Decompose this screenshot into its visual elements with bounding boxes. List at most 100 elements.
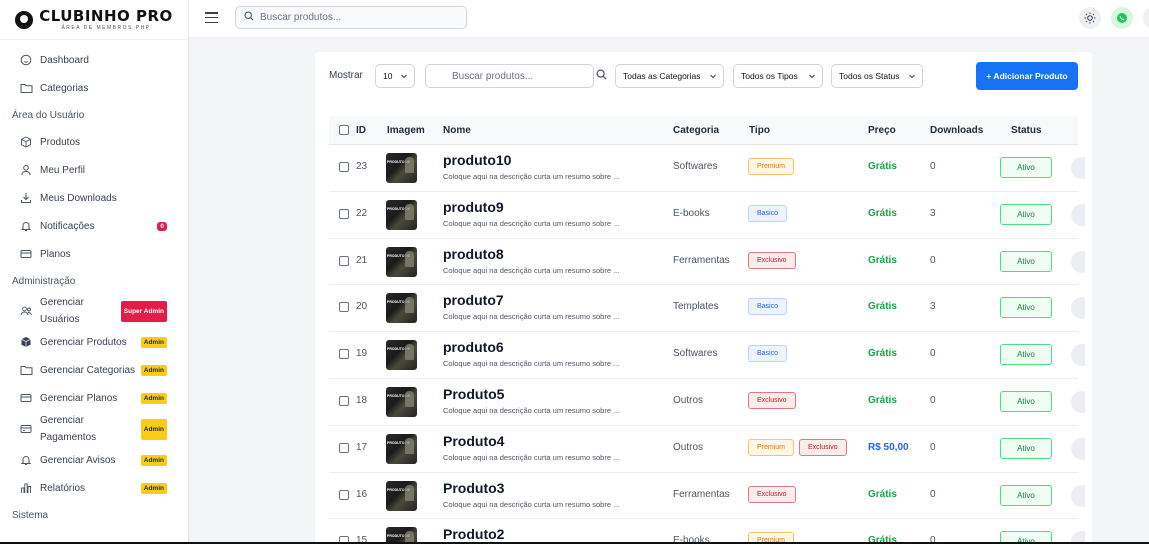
status-toggle[interactable]: Ativo bbox=[1000, 250, 1052, 272]
select-all-checkbox[interactable] bbox=[339, 125, 349, 135]
product-name[interactable]: Produto2 bbox=[443, 526, 504, 542]
sidebar-item-gerenciar-produtos[interactable]: Gerenciar Produtos Admin bbox=[0, 328, 188, 356]
sidebar-item-gerenciar-planos[interactable]: Gerenciar Planos Admin bbox=[0, 384, 188, 412]
status-toggle[interactable]: Ativo bbox=[1000, 157, 1052, 178]
menu-toggle-icon[interactable] bbox=[205, 12, 218, 24]
sidebar-item-gerenciar-categorias[interactable]: Gerenciar Categorias Admin bbox=[0, 356, 188, 384]
sidebar-item-gerenciar-pagamentos[interactable]: Gerenciar Pagamentos Admin bbox=[0, 412, 188, 446]
type-badge: Exclusivo bbox=[799, 438, 847, 456]
product-price: Grátis bbox=[868, 348, 897, 360]
sidebar-item-gerenciar-usuarios[interactable]: Gerenciar Usuários Super Admin bbox=[0, 294, 188, 328]
header-id[interactable]: ID bbox=[356, 125, 366, 136]
product-thumbnail[interactable] bbox=[386, 340, 417, 371]
whatsapp-button[interactable] bbox=[1111, 7, 1133, 29]
product-category: Softwares bbox=[673, 161, 718, 172]
table-row[interactable]: 22 produto9 Coloque aqui na descrição curt… bbox=[329, 192, 1085, 239]
type-filter-select[interactable]: Todos os Tipos bbox=[733, 64, 823, 88]
product-name[interactable]: Produto5 bbox=[443, 386, 504, 402]
sidebar-item-categorias[interactable]: Categorias bbox=[0, 74, 188, 102]
sidebar-item-gerenciar-avisos[interactable]: Gerenciar Avisos Admin bbox=[0, 446, 188, 474]
product-thumbnail[interactable] bbox=[386, 293, 417, 324]
product-name[interactable]: Produto3 bbox=[443, 480, 504, 496]
product-thumbnail[interactable] bbox=[386, 386, 417, 417]
payment-icon bbox=[19, 422, 33, 436]
row-checkbox[interactable] bbox=[339, 208, 349, 219]
product-name[interactable]: produto8 bbox=[443, 246, 504, 262]
sidebar-item-meus-downloads[interactable]: Meus Downloads bbox=[0, 184, 188, 212]
product-name[interactable]: produto10 bbox=[443, 152, 511, 168]
header-category[interactable]: Categoria bbox=[673, 125, 719, 136]
status-toggle[interactable]: Ativo bbox=[1000, 484, 1052, 506]
table-row[interactable]: 23 produto10 Coloque aqui na descrição cur… bbox=[329, 145, 1085, 192]
search-icon[interactable] bbox=[596, 69, 607, 80]
row-checkbox[interactable] bbox=[339, 349, 349, 360]
product-downloads: 3 bbox=[930, 207, 936, 219]
row-actions-button[interactable] bbox=[1071, 437, 1085, 460]
product-thumbnail[interactable] bbox=[386, 433, 417, 464]
product-description: Coloque aqui na descrição curta um resum… bbox=[443, 405, 620, 415]
header-price[interactable]: Preço bbox=[868, 125, 896, 136]
row-checkbox[interactable] bbox=[339, 395, 349, 406]
row-actions-button[interactable] bbox=[1071, 344, 1085, 367]
table-row[interactable]: 17 Produto4 Coloque aqui na descrição curt… bbox=[329, 426, 1085, 473]
product-downloads: 0 bbox=[930, 441, 936, 453]
product-name[interactable]: produto9 bbox=[443, 199, 504, 215]
status-toggle[interactable]: Ativo bbox=[1000, 344, 1052, 366]
add-product-button[interactable]: + Adicionar Produto bbox=[976, 62, 1078, 90]
product-category: Outros bbox=[673, 441, 704, 453]
section-admin-title: Administração bbox=[12, 275, 76, 287]
page-size-select[interactable]: 10 bbox=[375, 64, 415, 88]
table-row[interactable]: 21 produto8 Coloque aqui na descrição curt… bbox=[329, 239, 1085, 286]
bell-icon bbox=[19, 453, 33, 467]
product-thumbnail[interactable] bbox=[386, 153, 417, 183]
status-toggle[interactable]: Ativo bbox=[1000, 437, 1052, 459]
header-type[interactable]: Tipo bbox=[749, 125, 770, 136]
table-row[interactable]: 18 Produto5 Coloque aqui na descrição curt… bbox=[329, 379, 1085, 426]
user-menu-button[interactable] bbox=[1143, 7, 1149, 29]
table-row[interactable]: 15Produto2E-booksPremiumGrátis0Ativo bbox=[329, 519, 1085, 544]
sidebar-item-dashboard[interactable]: Dashboard bbox=[0, 46, 188, 74]
table-row[interactable]: 20 produto7 Coloque aqui na descrição curt… bbox=[329, 285, 1085, 333]
category-filter-select[interactable]: Todas as Categorias bbox=[615, 64, 724, 88]
row-actions-button[interactable] bbox=[1071, 390, 1085, 413]
header-status[interactable]: Status bbox=[1011, 125, 1042, 136]
header-downloads[interactable]: Downloads bbox=[930, 125, 983, 136]
folder-icon bbox=[19, 363, 33, 377]
row-checkbox[interactable] bbox=[339, 162, 349, 172]
row-checkbox[interactable] bbox=[339, 442, 349, 453]
row-actions-button[interactable] bbox=[1071, 484, 1085, 507]
table-row[interactable]: 19 produto6 Coloque aqui na descrição curt… bbox=[329, 332, 1085, 379]
table-row[interactable]: 16 Produto3 Coloque aqui na descrição curt… bbox=[329, 473, 1085, 520]
sidebar-item-meu-perfil[interactable]: Meu Perfil bbox=[0, 156, 188, 184]
logo[interactable]: CLUBINHO PRO ÁREA DE MEMBROS PHP bbox=[0, 0, 188, 40]
row-checkbox[interactable] bbox=[339, 302, 349, 313]
product-type-tags: Basico bbox=[748, 204, 788, 222]
status-toggle[interactable]: Ativo bbox=[1000, 390, 1052, 412]
product-name[interactable]: produto7 bbox=[443, 292, 504, 308]
product-thumbnail[interactable] bbox=[386, 480, 417, 511]
row-actions-button[interactable] bbox=[1071, 250, 1085, 273]
sidebar-item-notificacoes[interactable]: Notificações 0 bbox=[0, 212, 188, 240]
row-checkbox[interactable] bbox=[339, 255, 349, 266]
product-thumbnail[interactable] bbox=[386, 199, 417, 230]
product-category: Templates bbox=[673, 301, 719, 313]
download-icon bbox=[19, 191, 33, 205]
product-name[interactable]: produto6 bbox=[443, 339, 504, 355]
row-actions-button[interactable] bbox=[1071, 297, 1085, 320]
sidebar-item-planos[interactable]: Planos bbox=[0, 240, 188, 268]
status-filter-value: Todos os Status bbox=[839, 71, 900, 81]
top-search-input[interactable]: Buscar produtos... bbox=[235, 6, 467, 29]
row-actions-button[interactable] bbox=[1071, 203, 1085, 226]
sidebar-item-relatorios[interactable]: Relatórios Admin bbox=[0, 474, 188, 502]
header-name[interactable]: Nome bbox=[443, 125, 471, 136]
status-filter-select[interactable]: Todos os Status bbox=[831, 64, 923, 88]
sidebar-item-produtos[interactable]: Produtos bbox=[0, 128, 188, 156]
status-toggle[interactable]: Ativo bbox=[1000, 297, 1052, 319]
row-checkbox[interactable] bbox=[339, 489, 349, 500]
row-actions-button[interactable] bbox=[1071, 157, 1085, 179]
product-thumbnail[interactable] bbox=[386, 246, 417, 277]
status-toggle[interactable]: Ativo bbox=[1000, 203, 1052, 225]
product-name[interactable]: Produto4 bbox=[443, 433, 504, 449]
theme-toggle-button[interactable] bbox=[1079, 7, 1101, 29]
product-search-input[interactable]: Buscar produtos... bbox=[425, 64, 594, 88]
